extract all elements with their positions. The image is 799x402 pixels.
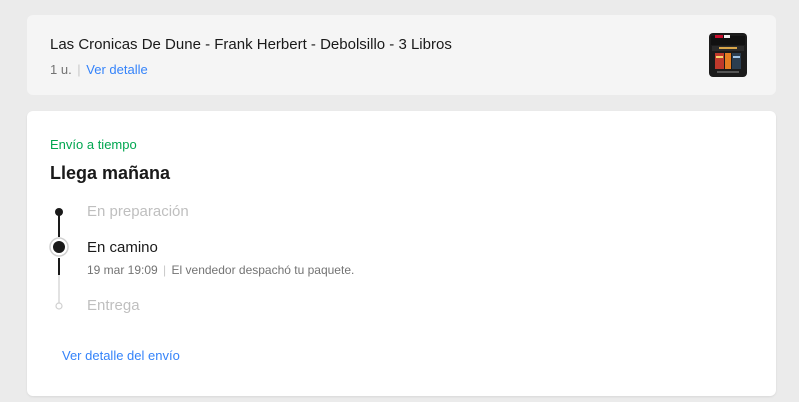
step-label-delivery: Entrega (87, 297, 140, 314)
product-title: Las Cronicas De Dune - Frank Herbert - D… (50, 36, 452, 53)
step-description: El vendedor despachó tu paquete. (171, 263, 355, 277)
step-label-in-transit: En camino (87, 239, 158, 256)
step-dot-pending (55, 302, 63, 310)
view-detail-link[interactable]: Ver detalle (86, 62, 147, 77)
step-label-preparation: En preparación (87, 203, 189, 220)
product-quantity: 1 u. (50, 62, 72, 77)
product-thumbnail[interactable] (707, 30, 749, 80)
view-shipping-detail-link[interactable]: Ver detalle del envío (62, 348, 180, 363)
product-meta: 1 u. | Ver detalle (50, 62, 148, 77)
step-detail: 19 mar 19:09 | El vendedor despachó tu p… (87, 263, 354, 277)
product-card: Las Cronicas De Dune - Frank Herbert - D… (27, 15, 776, 95)
step-date: 19 mar 19:09 (87, 263, 158, 277)
step-dot-current (53, 241, 65, 253)
step-dot-done (55, 208, 63, 216)
book-set-thumbnail-icon (709, 33, 747, 77)
detail-separator: | (159, 263, 170, 277)
meta-separator: | (73, 62, 85, 77)
shipping-card: Envío a tiempo Llega mañana En preparaci… (27, 111, 776, 396)
